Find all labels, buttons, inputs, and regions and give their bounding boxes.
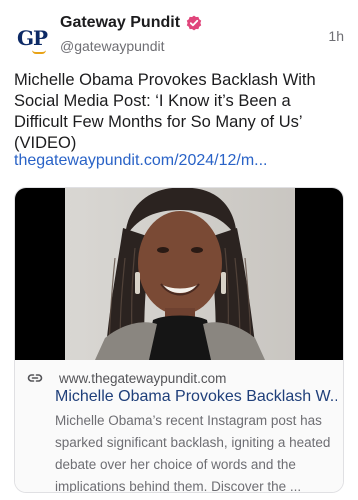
verified-badge-icon (186, 15, 202, 31)
author-row: Gateway Pundit (60, 14, 202, 32)
card-domain-row: www.thegatewaypundit.com (27, 370, 226, 386)
post-timestamp: 1h (328, 28, 344, 44)
avatar[interactable]: GP (14, 20, 50, 56)
author-handle[interactable]: @gatewaypundit (60, 38, 165, 54)
author-name[interactable]: Gateway Pundit (60, 14, 180, 32)
card-image (15, 188, 343, 360)
link-preview-card[interactable]: www.thegatewaypundit.com Michelle Obama … (14, 187, 344, 493)
post-text: Michelle Obama Provokes Backlash With So… (14, 71, 316, 152)
card-meta: www.thegatewaypundit.com Michelle Obama … (15, 360, 343, 493)
avatar-swoosh (32, 50, 46, 54)
card-title[interactable]: Michelle Obama Provokes Backlash W... (55, 388, 337, 406)
post-link[interactable]: thegatewaypundit.com/2024/12/m... (14, 152, 268, 170)
avatar-logo-text: GP (16, 26, 48, 50)
card-domain: www.thegatewaypundit.com (59, 370, 227, 386)
card-description: Michelle Obama’s recent Instagram post h… (55, 413, 331, 493)
link-icon (27, 374, 43, 382)
card-photo (65, 188, 295, 360)
social-post: GP Gateway Pundit @gatewaypundit 1h Mich… (0, 0, 358, 500)
